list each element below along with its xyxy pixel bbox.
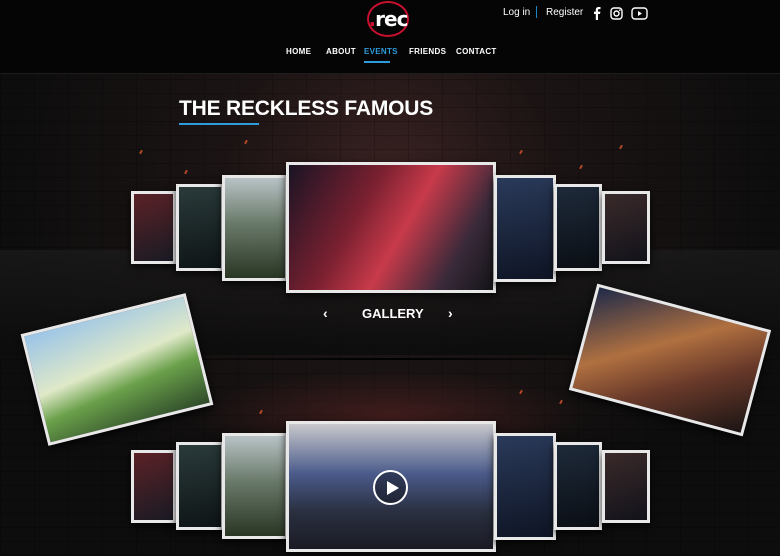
gallery-thumbnail[interactable] [554,184,602,271]
site-logo[interactable]: .rec [367,1,409,37]
gallery-thumbnail[interactable] [494,175,556,282]
play-icon[interactable] [373,470,408,505]
instagram-icon[interactable] [609,6,623,20]
band-title: THE RECKLESS FAMOUS [179,97,434,120]
video-thumbnail[interactable] [602,450,650,523]
gallery-featured-photo[interactable] [286,162,496,293]
logo-text: rec [375,7,408,31]
main-nav: HOME ABOUT EVENTS FRIENDS CONTACT [0,47,780,67]
site-header: .rec Log in Register HOME ABOUT EVENTS F… [0,0,780,74]
active-nav-indicator [364,61,390,63]
register-link[interactable]: Register [546,7,583,18]
chevron-left-icon[interactable]: ‹ [323,305,328,321]
nav-about[interactable]: ABOUT [326,47,356,56]
nav-friends[interactable]: FRIENDS [409,47,446,56]
video-thumbnail[interactable] [176,442,224,530]
nav-contact[interactable]: CONTACT [456,47,497,56]
gallery-thumbnail[interactable] [602,191,650,264]
facebook-icon[interactable] [591,6,603,20]
nav-home[interactable]: HOME [286,47,311,56]
login-link[interactable]: Log in [503,7,530,18]
gallery-label[interactable]: GALLERY [362,306,424,321]
video-thumbnail[interactable] [222,433,288,539]
video-thumbnail[interactable] [131,450,176,523]
title-underline [179,123,259,125]
nav-events[interactable]: EVENTS [364,47,398,56]
video-thumbnail[interactable] [494,433,556,540]
gallery-thumbnail[interactable] [176,184,224,271]
video-thumbnail[interactable] [554,442,602,530]
youtube-icon[interactable] [630,6,648,20]
chevron-right-icon[interactable]: › [448,305,453,321]
header-separator [536,6,537,18]
gallery-thumbnail[interactable] [131,191,176,264]
gallery-thumbnail[interactable] [222,175,288,281]
